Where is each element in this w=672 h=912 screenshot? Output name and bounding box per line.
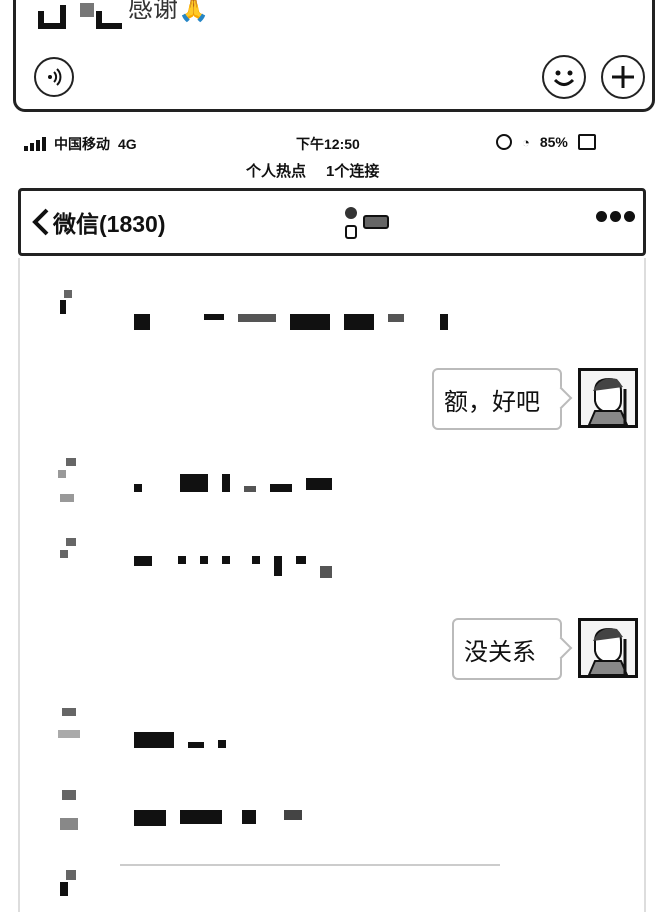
message-text: 额，好吧 bbox=[444, 387, 540, 416]
chevron-left-icon bbox=[32, 208, 49, 236]
hotspot-connections: 1个连接 bbox=[326, 163, 380, 180]
hotspot-banner[interactable]: 个人热点 1个连接 bbox=[246, 160, 379, 181]
sender-avatar[interactable] bbox=[58, 870, 84, 900]
message-bubble-sent[interactable]: 额，好吧 bbox=[432, 368, 573, 430]
sender-avatar[interactable] bbox=[58, 790, 84, 830]
battery-icon bbox=[577, 134, 596, 150]
avatar-illustration-icon bbox=[587, 627, 629, 676]
back-button[interactable]: 微信(1830) bbox=[31, 205, 165, 239]
more-icon-dot bbox=[610, 211, 621, 222]
battery-label: 85% bbox=[539, 134, 568, 150]
voice-button[interactable] bbox=[34, 57, 74, 97]
status-bar: 中国移动 4G 下午12:50 ◔ 85% bbox=[0, 130, 672, 160]
plus-icon bbox=[612, 66, 634, 88]
alarm-icon bbox=[496, 134, 512, 150]
signal-icon bbox=[24, 137, 46, 151]
sender-avatar[interactable] bbox=[58, 708, 84, 738]
more-actions-button[interactable] bbox=[601, 55, 645, 99]
last-message-text: 感谢🙏 bbox=[128, 0, 210, 23]
message-bubble-sent[interactable]: 没关系 bbox=[452, 618, 573, 680]
status-time: 下午12:50 bbox=[296, 136, 360, 152]
wifi-icon: ◔ bbox=[522, 134, 530, 150]
message-bubble-obscured[interactable] bbox=[120, 864, 500, 866]
chat-info-button[interactable] bbox=[596, 211, 635, 222]
chat-nav-bar: 微信(1830) bbox=[18, 188, 646, 256]
more-icon-dot bbox=[624, 211, 635, 222]
message-bubble-obscured[interactable] bbox=[134, 556, 332, 578]
message-bubble-obscured[interactable] bbox=[134, 314, 448, 330]
message-bubble-obscured[interactable] bbox=[134, 474, 332, 492]
sender-avatar[interactable] bbox=[58, 290, 84, 320]
message-bubble-obscured[interactable] bbox=[134, 810, 302, 826]
wechat-screen: 感谢🙏 中国移动 4G 下午12:50 ◔ 85% 个人热点 1个连接 微信(1… bbox=[0, 0, 672, 912]
emoji-icon bbox=[553, 70, 575, 86]
message-bubble-obscured[interactable] bbox=[134, 732, 226, 748]
status-indicators: ◔ 85% bbox=[496, 134, 596, 150]
sender-avatar[interactable] bbox=[58, 538, 84, 568]
my-avatar[interactable] bbox=[578, 618, 638, 678]
emoji-button[interactable] bbox=[542, 55, 586, 99]
voice-icon bbox=[48, 68, 62, 86]
message-text: 没关系 bbox=[464, 637, 536, 666]
more-icon-dot bbox=[596, 211, 607, 222]
avatar-illustration-icon bbox=[587, 377, 629, 426]
sender-avatar[interactable] bbox=[58, 458, 84, 502]
message-list[interactable]: 额，好吧 没关系 bbox=[18, 258, 646, 912]
carrier-label: 中国移动 bbox=[54, 136, 110, 152]
contact-avatar[interactable] bbox=[38, 0, 122, 29]
my-avatar[interactable] bbox=[578, 368, 638, 428]
previous-chat-card: 感谢🙏 bbox=[13, 0, 655, 112]
network-label: 4G bbox=[118, 136, 137, 152]
back-label: 微信(1830) bbox=[53, 211, 166, 237]
carrier-info: 中国移动 4G bbox=[24, 134, 137, 154]
hotspot-label: 个人热点 bbox=[246, 163, 307, 180]
chat-title bbox=[341, 207, 391, 241]
